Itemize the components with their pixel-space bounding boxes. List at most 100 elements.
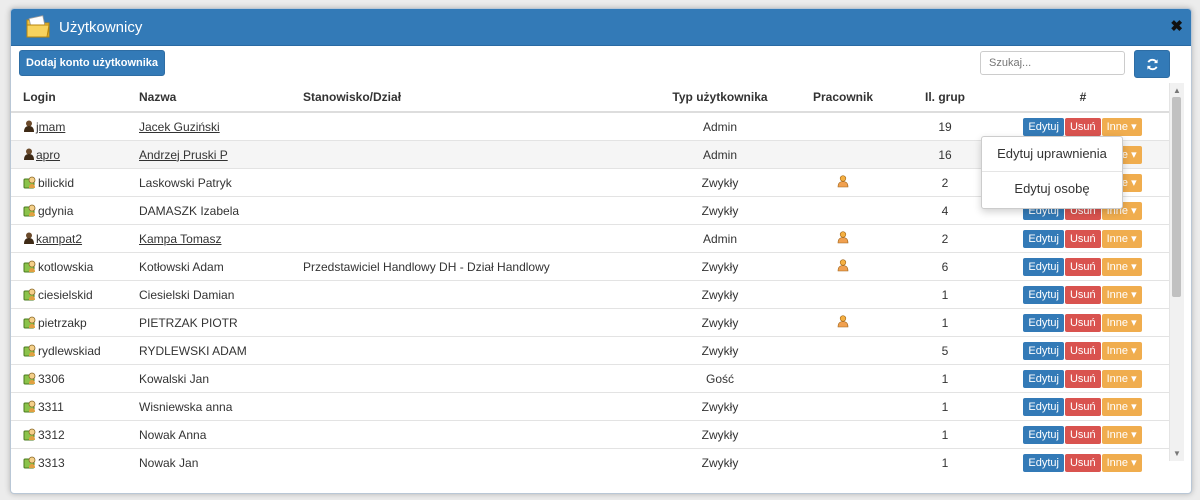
delete-button[interactable]: Usuń xyxy=(1064,341,1101,360)
cell-group-count: 1 xyxy=(893,392,997,421)
cell-actions: EdytujUsuńInne ▾ xyxy=(997,420,1169,449)
delete-button[interactable]: Usuń xyxy=(1064,117,1101,136)
cell-user-type: Zwykły xyxy=(647,280,793,309)
other-button[interactable]: Inne ▾ xyxy=(1101,341,1142,360)
table-row[interactable]: pietrzakp PIETRZAK PIOTR Zwykły 1 Edytuj Usuń… xyxy=(11,308,1169,337)
user-icon xyxy=(23,316,36,328)
cell-employee xyxy=(793,364,893,393)
edit-button[interactable]: Edytuj xyxy=(1023,369,1064,388)
edit-button[interactable]: Edytuj xyxy=(1023,453,1064,472)
close-icon[interactable]: ✖ xyxy=(1170,17,1183,35)
other-button[interactable]: Inne ▾ xyxy=(1101,257,1142,276)
col-group-count[interactable]: Il. grup xyxy=(893,83,997,113)
name-text[interactable]: Kampa Tomasz xyxy=(139,232,221,246)
cell-user-type: Zwykły xyxy=(647,308,793,337)
edit-button[interactable]: Edytuj xyxy=(1023,117,1064,136)
cell-name: Kotłowski Adam xyxy=(139,252,303,281)
menu-item-edit-person[interactable]: Edytuj osobę xyxy=(982,172,1122,206)
employee-icon xyxy=(837,258,849,271)
col-user-type[interactable]: Typ użytkownika xyxy=(647,83,793,113)
cell-login[interactable]: jmam xyxy=(11,111,139,141)
cell-position xyxy=(303,111,647,141)
col-login[interactable]: Login xyxy=(11,83,139,113)
search-input[interactable] xyxy=(980,51,1125,75)
users-window: Użytkownicy ✖ Dodaj konto użytkownika Lo… xyxy=(10,8,1192,494)
table-row[interactable]: kampat2 Kampa Tomasz Admin 2 Edytuj Usuń Inne … xyxy=(11,224,1169,253)
name-text: RYDLEWSKI ADAM xyxy=(139,343,247,358)
cell-name: RYDLEWSKI ADAM xyxy=(139,336,303,365)
cell-login: 3311 xyxy=(11,392,139,421)
table-row[interactable]: 3313 Nowak Jan Zwykły 1 Edytuj Usuń Inne ▾ xyxy=(11,448,1169,476)
name-text: Kotłowski Adam xyxy=(139,259,224,274)
refresh-button[interactable] xyxy=(1134,50,1170,78)
delete-button[interactable]: Usuń xyxy=(1064,453,1101,472)
delete-button[interactable]: Usuń xyxy=(1064,313,1101,332)
cell-employee xyxy=(793,336,893,365)
login-text[interactable]: jmam xyxy=(36,120,65,134)
login-text: 3306 xyxy=(38,371,65,386)
edit-button[interactable]: Edytuj xyxy=(1023,285,1064,304)
table-row[interactable]: 3306 Kowalski Jan Gość 1 Edytuj Usuń Inne ▾ xyxy=(11,364,1169,393)
delete-button[interactable]: Usuń xyxy=(1064,369,1101,388)
col-name[interactable]: Nazwa xyxy=(139,83,303,113)
other-button[interactable]: Inne ▾ xyxy=(1101,117,1142,136)
table-row[interactable]: 3312 Nowak Anna Zwykły 1 Edytuj Usuń Inne ▾ xyxy=(11,420,1169,449)
other-button[interactable]: Inne ▾ xyxy=(1101,397,1142,416)
table-row[interactable]: kotlowskia Kotłowski Adam Przedstawiciel H… xyxy=(11,252,1169,281)
cell-position xyxy=(303,448,647,476)
window-title: Użytkownicy xyxy=(59,18,143,36)
cell-login[interactable]: kampat2 xyxy=(11,224,139,253)
other-button[interactable]: Inne ▾ xyxy=(1101,369,1142,388)
other-button[interactable]: Inne ▾ xyxy=(1101,453,1142,472)
col-position[interactable]: Stanowisko/Dział xyxy=(303,83,647,113)
scroll-thumb[interactable] xyxy=(1172,97,1181,297)
table-row[interactable]: ciesielskid Ciesielski Damian Zwykły 1 Edytu… xyxy=(11,280,1169,309)
table-row[interactable]: 3311 Wisniewska anna Zwykły 1 Edytuj Usuń Inne… xyxy=(11,392,1169,421)
cell-group-count: 1 xyxy=(893,280,997,309)
edit-button[interactable]: Edytuj xyxy=(1023,341,1064,360)
col-employee[interactable]: Pracownik xyxy=(793,83,893,113)
edit-button[interactable]: Edytuj xyxy=(1023,257,1064,276)
name-text[interactable]: Andrzej Pruski P xyxy=(139,148,228,162)
user-icon xyxy=(23,204,36,216)
delete-button[interactable]: Usuń xyxy=(1064,257,1101,276)
cell-login: pietrzakp xyxy=(11,308,139,337)
cell-employee xyxy=(793,224,893,253)
name-text: Ciesielski Damian xyxy=(139,287,235,302)
edit-button[interactable]: Edytuj xyxy=(1023,397,1064,416)
other-button[interactable]: Inne ▾ xyxy=(1101,425,1142,444)
login-text[interactable]: apro xyxy=(36,148,60,162)
delete-button[interactable]: Usuń xyxy=(1064,229,1101,248)
login-text[interactable]: kampat2 xyxy=(36,232,82,246)
cell-position xyxy=(303,364,647,393)
edit-button[interactable]: Edytuj xyxy=(1023,229,1064,248)
edit-button[interactable]: Edytuj xyxy=(1023,425,1064,444)
delete-button[interactable]: Usuń xyxy=(1064,285,1101,304)
scroll-down-icon[interactable]: ▼ xyxy=(1173,449,1181,458)
table-row[interactable]: rydlewskiad RYDLEWSKI ADAM Zwykły 5 Edytuj Us… xyxy=(11,336,1169,365)
admin-user-icon xyxy=(24,232,34,244)
cell-user-type: Zwykły xyxy=(647,448,793,476)
scroll-up-icon[interactable]: ▲ xyxy=(1173,86,1181,95)
edit-button[interactable]: Edytuj xyxy=(1023,313,1064,332)
cell-login: kotlowskia xyxy=(11,252,139,281)
other-button[interactable]: Inne ▾ xyxy=(1101,229,1142,248)
cell-user-type: Zwykły xyxy=(647,168,793,197)
add-user-button[interactable]: Dodaj konto użytkownika xyxy=(19,50,166,76)
other-button[interactable]: Inne ▾ xyxy=(1101,285,1142,304)
delete-button[interactable]: Usuń xyxy=(1064,397,1101,416)
other-button[interactable]: Inne ▾ xyxy=(1101,313,1142,332)
admin-user-icon xyxy=(24,120,34,132)
login-text: pietrzakp xyxy=(38,315,87,330)
cell-employee xyxy=(793,168,893,197)
delete-button[interactable]: Usuń xyxy=(1064,425,1101,444)
name-text[interactable]: Jacek Guziński xyxy=(139,120,220,134)
cell-login[interactable]: apro xyxy=(11,140,139,169)
cell-user-type: Zwykły xyxy=(647,336,793,365)
cell-employee xyxy=(793,140,893,169)
cell-user-type: Admin xyxy=(647,111,793,141)
cell-name: Wisniewska anna xyxy=(139,392,303,421)
cell-user-type: Admin xyxy=(647,224,793,253)
table-scrollbar[interactable]: ▲ ▼ xyxy=(1169,83,1184,461)
menu-item-edit-permissions[interactable]: Edytuj uprawnienia xyxy=(982,137,1122,171)
